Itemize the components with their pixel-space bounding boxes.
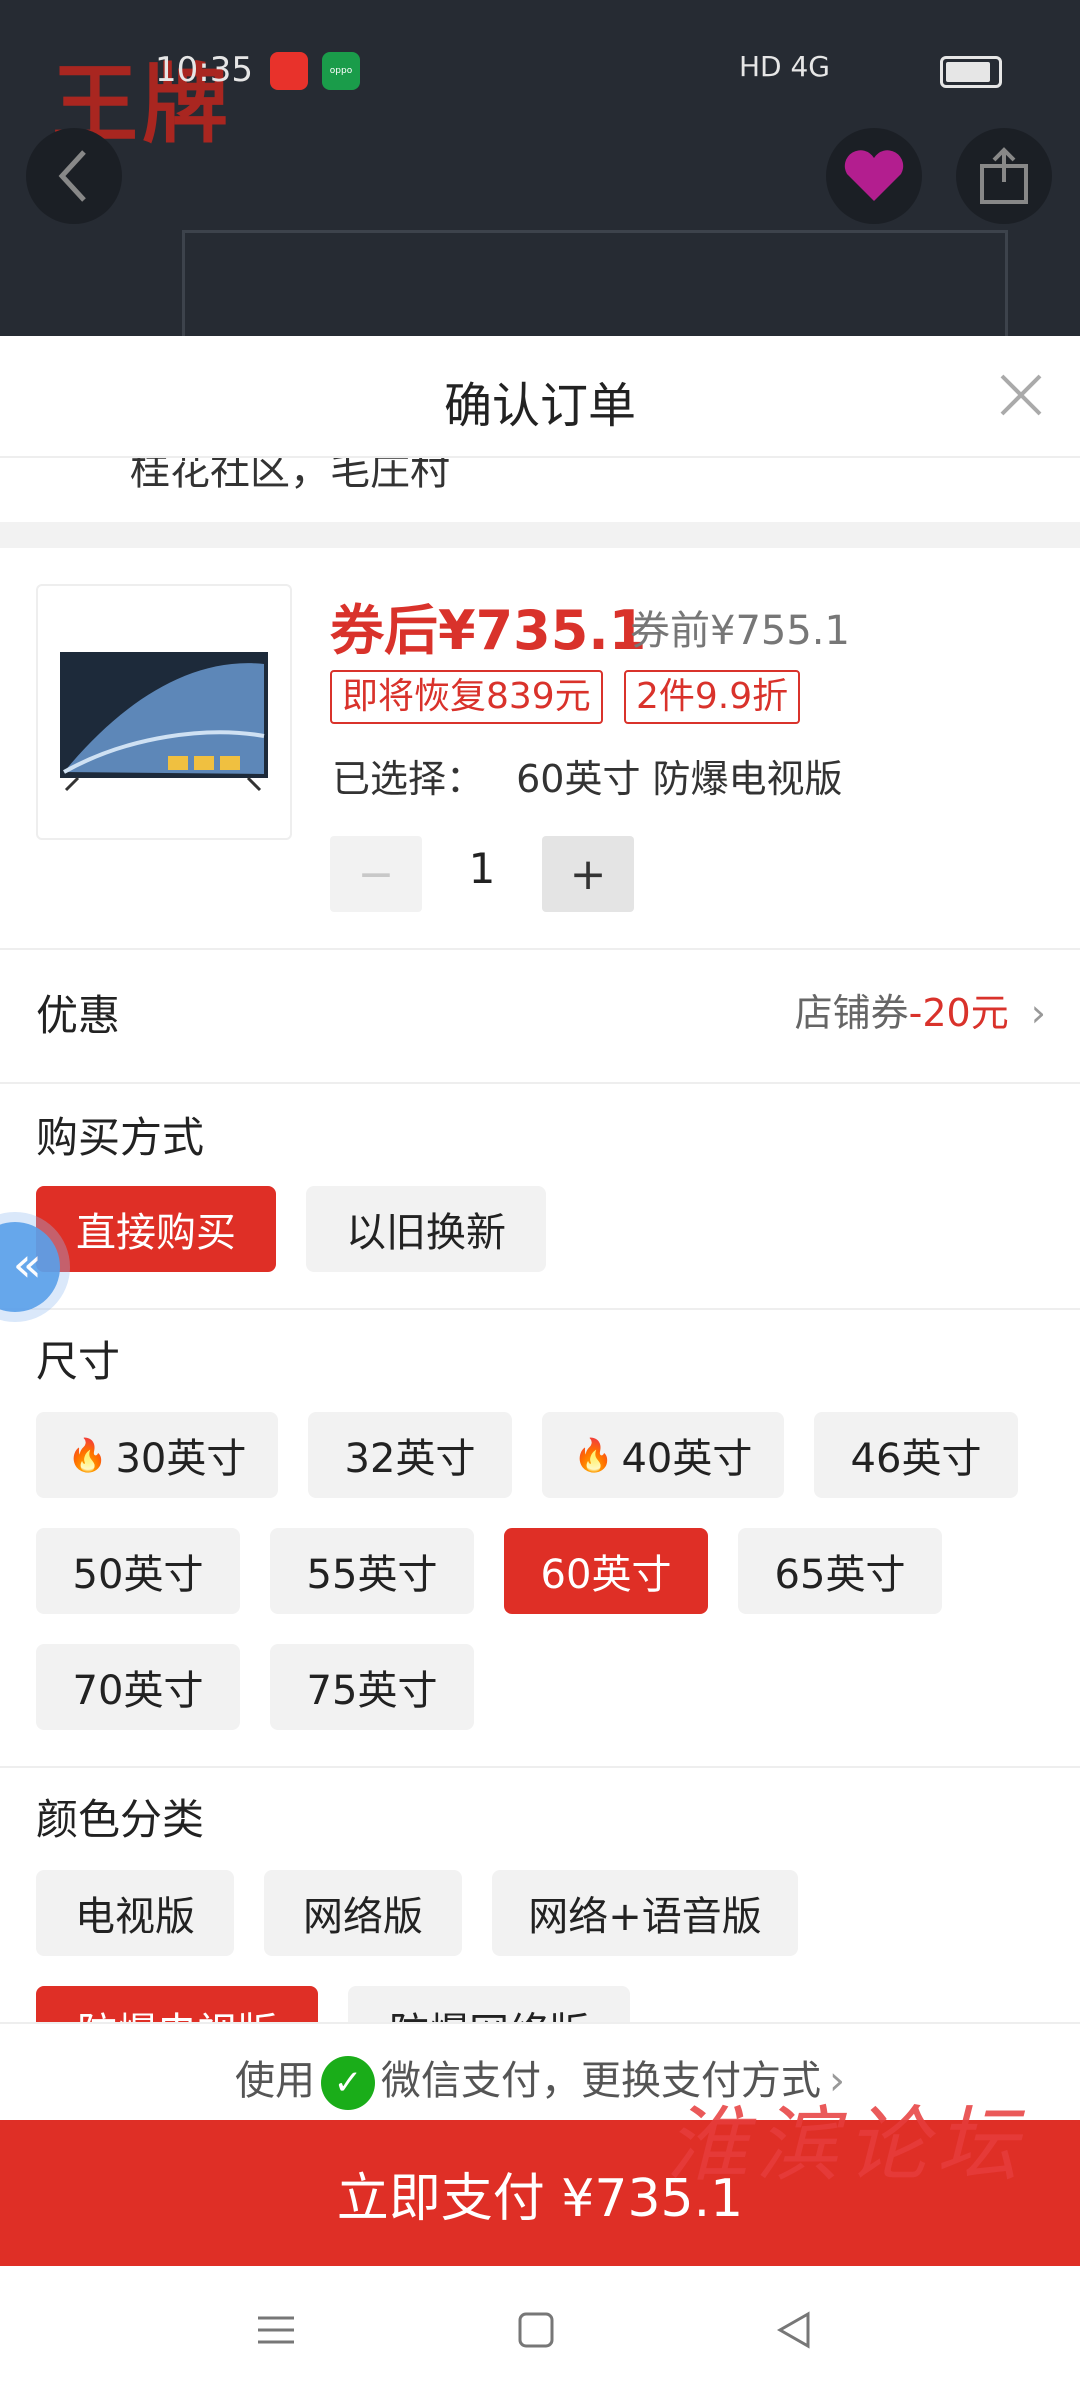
color-option-network[interactable]: 网络版 — [264, 1870, 462, 1956]
back-triangle-icon — [776, 2311, 810, 2349]
color-option-tv[interactable]: 电视版 — [36, 1870, 234, 1956]
back-button[interactable] — [26, 128, 122, 224]
color-option-network-voice[interactable]: 网络+语音版 — [492, 1870, 798, 1956]
home-nav-button[interactable] — [516, 2310, 556, 2354]
size-option-32[interactable]: 32英寸 — [308, 1412, 512, 1498]
size-option-65[interactable]: 65英寸 — [738, 1528, 942, 1614]
quantity-decrease-button[interactable]: − — [330, 836, 422, 912]
close-icon — [1000, 374, 1042, 416]
divider — [0, 1308, 1080, 1310]
back-nav-button[interactable] — [774, 2310, 814, 2354]
quantity-value[interactable]: 1 — [440, 844, 524, 893]
watermark: 淮滨论坛 — [666, 2098, 1026, 2193]
size-option-30[interactable]: 🔥 30英寸 — [36, 1412, 278, 1498]
size-option-60[interactable]: 60英寸 — [504, 1528, 708, 1614]
chevron-left-icon — [58, 150, 86, 202]
product-page-backdrop: 王牌 10:35 oppo HD 4G — [0, 0, 1080, 336]
discount-label: 优惠 — [36, 991, 121, 1040]
option-direct-buy[interactable]: 直接购买 — [36, 1186, 276, 1272]
app-notification-icon — [270, 52, 308, 90]
status-time: 10:35 — [155, 50, 253, 90]
color-option-explosion-proof-network[interactable]: 防爆网络版 — [348, 1986, 630, 2022]
share-button[interactable] — [956, 128, 1052, 224]
option-trade-in[interactable]: 以旧换新 — [306, 1186, 546, 1272]
divider — [0, 948, 1080, 950]
favorite-button[interactable] — [826, 128, 922, 224]
selected-value: 60英寸 防爆电视版 — [516, 757, 843, 801]
purchase-method-label: 购买方式 — [36, 1113, 205, 1162]
size-option-50[interactable]: 50英寸 — [36, 1528, 240, 1614]
oppo-notification-icon: oppo — [322, 52, 360, 90]
size-option-40[interactable]: 🔥 40英寸 — [542, 1412, 784, 1498]
selected-spec: 已选择： 60英寸 防爆电视版 — [332, 748, 843, 803]
signal-icons: HD 4G — [738, 50, 830, 83]
section-gap — [0, 522, 1080, 548]
coupon-type: 店铺券 — [794, 991, 909, 1035]
hot-fire-icon: 🔥 — [67, 1436, 108, 1474]
price-after-coupon: 券后¥735.1 — [330, 599, 647, 662]
divider — [0, 1082, 1080, 1084]
size-option-75[interactable]: 75英寸 — [270, 1644, 474, 1730]
size-option-70[interactable]: 70英寸 — [36, 1644, 240, 1730]
size-label: 尺寸 — [36, 1337, 121, 1386]
color-row-clipped: 防爆电视版 防爆网络版 — [0, 1986, 1080, 2022]
hot-fire-icon: 🔥 — [573, 1436, 614, 1474]
quantity-increase-button[interactable]: + — [542, 836, 634, 912]
coupon-selector[interactable]: 店铺券-20元 › — [795, 982, 1046, 1037]
price-before-coupon: 券前¥755.1 — [630, 608, 850, 654]
product-thumbnail — [36, 584, 292, 840]
system-nav-bar — [0, 2266, 1080, 2400]
address-text: 桂花社区，毛庄村 — [130, 458, 450, 494]
size-option-46[interactable]: 46英寸 — [814, 1412, 1018, 1498]
chevron-right-icon: › — [1030, 991, 1046, 1035]
selected-label: 已选择： — [332, 757, 485, 801]
address-row[interactable]: 桂花社区，毛庄村 — [0, 458, 1080, 522]
battery-icon — [940, 56, 1002, 88]
collapse-icon: « — [12, 1237, 42, 1293]
tv-image-outline — [182, 230, 1008, 336]
price-restore-tag: 即将恢复839元 — [330, 670, 603, 724]
color-option-explosion-proof-tv[interactable]: 防爆电视版 — [36, 1986, 318, 2022]
share-icon — [980, 147, 1028, 204]
size-option-55[interactable]: 55英寸 — [270, 1528, 474, 1614]
tv-image — [60, 652, 268, 792]
discount-tag: 2件9.9折 — [624, 670, 801, 724]
menu-icon — [258, 2316, 294, 2344]
wechat-pay-icon: ✓ — [321, 2056, 375, 2110]
menu-nav-button[interactable] — [256, 2310, 296, 2354]
coupon-amount: -20元 — [908, 991, 1009, 1035]
divider — [0, 1766, 1080, 1768]
close-button[interactable] — [996, 370, 1046, 420]
heart-icon — [844, 150, 904, 201]
home-square-icon — [518, 2312, 554, 2348]
color-label: 颜色分类 — [36, 1795, 205, 1844]
sheet-title: 确认订单 — [443, 378, 636, 434]
sheet-header: 确认订单 — [0, 336, 1080, 458]
